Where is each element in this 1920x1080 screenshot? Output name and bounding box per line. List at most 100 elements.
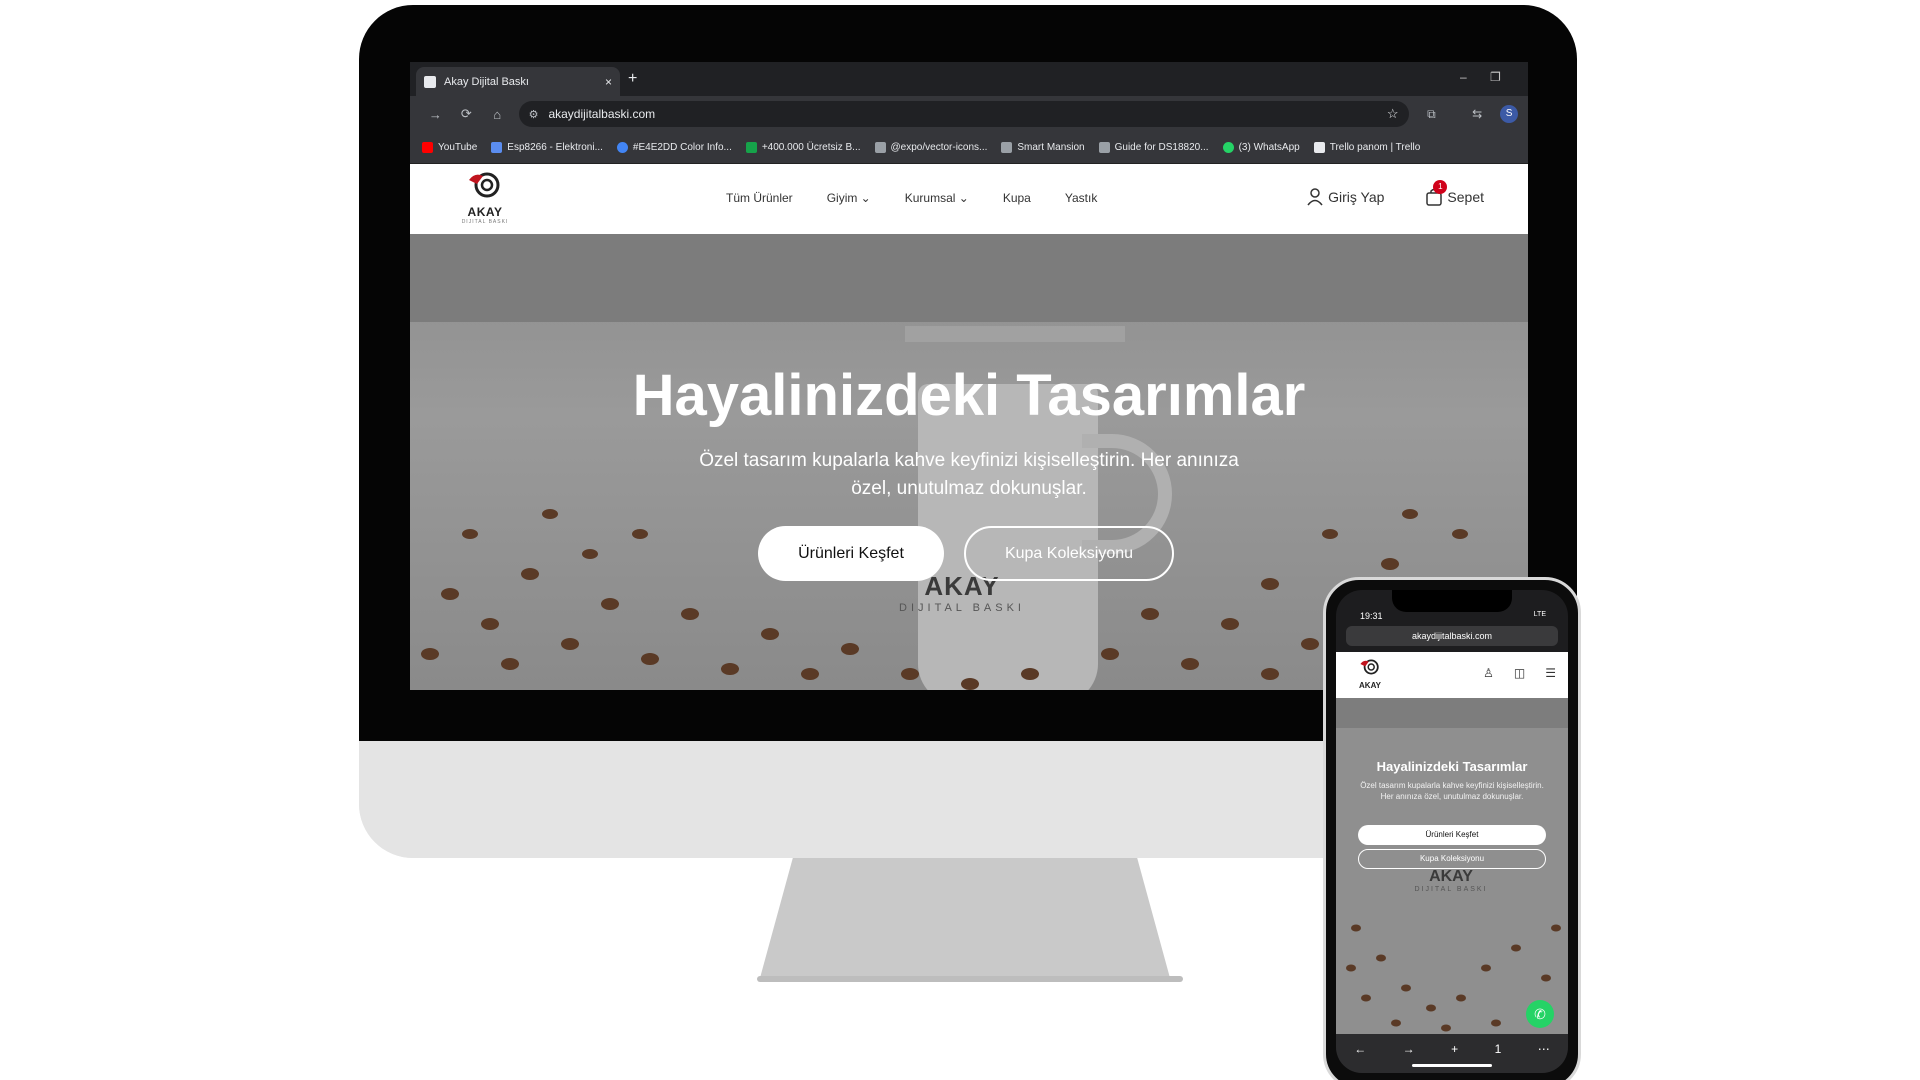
- bookmark-youtube[interactable]: YouTube: [422, 142, 477, 153]
- menu-icon[interactable]: ☰: [1545, 666, 1556, 680]
- tab-title: Akay Dijital Baskı: [444, 75, 529, 88]
- url-text[interactable]: akaydijitalbaski.com: [548, 107, 1386, 121]
- status-time: 19:31: [1360, 611, 1383, 621]
- logo-swirl-icon: [469, 172, 500, 198]
- bookmark-color-info[interactable]: #E4E2DD Color Info...: [616, 142, 732, 153]
- site-logo[interactable]: AKAY DIJITAL BASKI: [455, 170, 515, 228]
- restore-icon[interactable]: ❐: [1490, 70, 1501, 84]
- profile-avatar[interactable]: S: [1500, 105, 1518, 123]
- bookmark-ds18820[interactable]: Guide for DS18820...: [1098, 142, 1209, 153]
- nav-item-kurumsal[interactable]: Kurumsal ⌄: [905, 191, 969, 205]
- explore-products-button[interactable]: Ürünleri Keşfet: [758, 526, 944, 581]
- phone-hero-section: AKAY DIJITAL BASKI Hayalinizdeki Tasarım…: [1336, 698, 1568, 1034]
- phone-site-logo[interactable]: AKAY: [1350, 658, 1390, 690]
- bookmark-icon: [1098, 142, 1110, 153]
- bookmark-icon: [491, 142, 503, 153]
- composite-mockup: Akay Dijital Baskı × + – ❐ → ⟳ ⌂ ⚙ akayd…: [0, 0, 1920, 1080]
- watermark-subtitle: DIJITAL BASKI: [1414, 886, 1488, 893]
- logo-text: AKAY: [467, 205, 503, 219]
- cart-label: Sepet: [1447, 189, 1484, 205]
- phone-hero-title: Hayalinizdeki Tasarımlar: [1376, 759, 1528, 774]
- bookmark-whatsapp[interactable]: (3) WhatsApp: [1222, 142, 1300, 153]
- translate-icon[interactable]: ⇆: [1454, 107, 1500, 121]
- logo-swirl-icon: [1360, 659, 1379, 675]
- phone-screen: 19:31 LTE akaydijitalbaski.com AKAY ♙ ◫ …: [1336, 590, 1568, 1073]
- bookmark-star-icon[interactable]: ☆: [1387, 106, 1399, 122]
- phone-explore-products-button[interactable]: Ürünleri Keşfet: [1358, 825, 1546, 845]
- extensions-icon[interactable]: ⧉: [1409, 107, 1455, 122]
- cart-link[interactable]: 1 Sepet: [1426, 180, 1484, 206]
- site-header: AKAY DIJITAL BASKI Tüm Ürünler Giyim ⌄ K…: [410, 164, 1528, 234]
- main-nav: Tüm Ürünler Giyim ⌄ Kurumsal ⌄ Kupa Yast…: [726, 191, 1131, 205]
- bookmark-trello[interactable]: Trello panom | Trello: [1313, 142, 1421, 153]
- bookmark-label: (3) WhatsApp: [1238, 142, 1300, 153]
- hero-subtitle: Özel tasarım kupalarla kahve keyfinizi k…: [699, 450, 1239, 499]
- nav-item-tum-urunler[interactable]: Tüm Ürünler: [726, 191, 793, 205]
- phone-mug-collection-button[interactable]: Kupa Koleksiyonu: [1358, 849, 1546, 869]
- phone-browser-toolbar: ← → + 1 ⋯: [1336, 1034, 1568, 1073]
- bookmark-icon: [745, 142, 757, 153]
- bookmark-icon: [1001, 142, 1013, 153]
- bookmark-expo-icons[interactable]: @expo/vector-icons...: [874, 142, 988, 153]
- login-link[interactable]: Giriş Yap: [1307, 188, 1384, 206]
- phone-frame: 19:31 LTE akaydijitalbaski.com AKAY ♙ ◫ …: [1323, 577, 1581, 1080]
- home-icon[interactable]: ⌂: [482, 107, 513, 122]
- youtube-icon: [422, 142, 433, 153]
- hero-background-band: [410, 234, 1528, 322]
- bookmark-esp8266[interactable]: Esp8266 - Elektroni...: [491, 142, 603, 153]
- close-icon[interactable]: ×: [605, 75, 612, 89]
- bookmark-label: @expo/vector-icons...: [890, 142, 988, 153]
- hero-watermark: AKAY DIJITAL BASKI: [1386, 868, 1516, 893]
- mug-collection-button[interactable]: Kupa Koleksiyonu: [964, 526, 1174, 581]
- back-icon[interactable]: ←: [1354, 1042, 1366, 1056]
- imac-stand: [760, 858, 1170, 978]
- bookmark-ucretsiz[interactable]: +400.000 Ücretsiz B...: [745, 142, 861, 153]
- phone-site-header: AKAY ♙ ◫ ☰: [1336, 652, 1568, 698]
- bookmark-label: #E4E2DD Color Info...: [632, 142, 732, 153]
- new-tab-icon[interactable]: +: [1451, 1042, 1458, 1056]
- cart-badge: 1: [1433, 180, 1448, 194]
- bookmarks-bar: YouTube Esp8266 - Elektroni... #E4E2DD C…: [410, 132, 1528, 164]
- signal-icon: LTE: [1533, 611, 1546, 618]
- favicon-icon: [424, 75, 436, 88]
- browser-tabbar: Akay Dijital Baskı × + – ❐: [410, 62, 1528, 96]
- forward-icon[interactable]: →: [420, 107, 451, 122]
- browser-toolbar: → ⟳ ⌂ ⚙ akaydijitalbaski.com ☆ ⧉ ⇆ S: [410, 96, 1528, 132]
- bookmark-label: +400.000 Ücretsiz B...: [761, 142, 861, 153]
- nav-item-yastik[interactable]: Yastık: [1065, 191, 1097, 205]
- bookmark-icon: [616, 142, 628, 153]
- nav-item-giyim[interactable]: Giyim ⌄: [827, 191, 871, 205]
- more-icon[interactable]: ⋯: [1538, 1042, 1550, 1056]
- user-icon[interactable]: ♙: [1483, 666, 1494, 680]
- reload-icon[interactable]: ⟳: [451, 106, 482, 122]
- hero-title: Hayalinizdeki Tasarımlar: [632, 363, 1306, 428]
- watermark-title: AKAY: [1429, 868, 1473, 885]
- hero-background-band: [1336, 698, 1568, 728]
- whatsapp-button[interactable]: ✆: [1526, 1000, 1554, 1028]
- phone-address-bar[interactable]: akaydijitalbaski.com: [1346, 626, 1558, 646]
- user-icon: [1307, 188, 1323, 206]
- new-tab-icon[interactable]: +: [628, 70, 637, 88]
- bookmark-label: Esp8266 - Elektroni...: [507, 142, 603, 153]
- hero-background-artifact: [905, 326, 1125, 342]
- bookmark-smart-mansion[interactable]: Smart Mansion: [1001, 142, 1085, 153]
- logo-text: AKAY: [1359, 681, 1381, 690]
- phone-status-bar: 19:31 LTE: [1336, 590, 1568, 630]
- nav-item-kupa[interactable]: Kupa: [1003, 191, 1031, 205]
- bookmark-label: YouTube: [438, 142, 478, 153]
- login-label: Giriş Yap: [1328, 189, 1385, 205]
- bookmark-label: Guide for DS18820...: [1114, 142, 1209, 153]
- cart-icon[interactable]: ◫: [1514, 666, 1525, 680]
- logo-subtext: DIJITAL BASKI: [461, 219, 509, 225]
- tabs-count-icon[interactable]: 1: [1495, 1042, 1502, 1056]
- address-bar[interactable]: ⚙ akaydijitalbaski.com ☆: [518, 101, 1409, 127]
- minimize-icon[interactable]: –: [1460, 70, 1467, 84]
- browser-tab[interactable]: Akay Dijital Baskı ×: [416, 67, 620, 96]
- header-actions: Giriş Yap 1 Sepet: [1265, 180, 1484, 206]
- site-info-icon[interactable]: ⚙: [529, 108, 539, 121]
- imac-stand-base: [757, 976, 1183, 982]
- watermark-subtitle: DIJITAL BASKI: [899, 602, 1025, 614]
- whatsapp-icon: [1222, 142, 1234, 153]
- bookmark-label: Trello panom | Trello: [1329, 142, 1421, 153]
- forward-icon[interactable]: →: [1403, 1042, 1415, 1056]
